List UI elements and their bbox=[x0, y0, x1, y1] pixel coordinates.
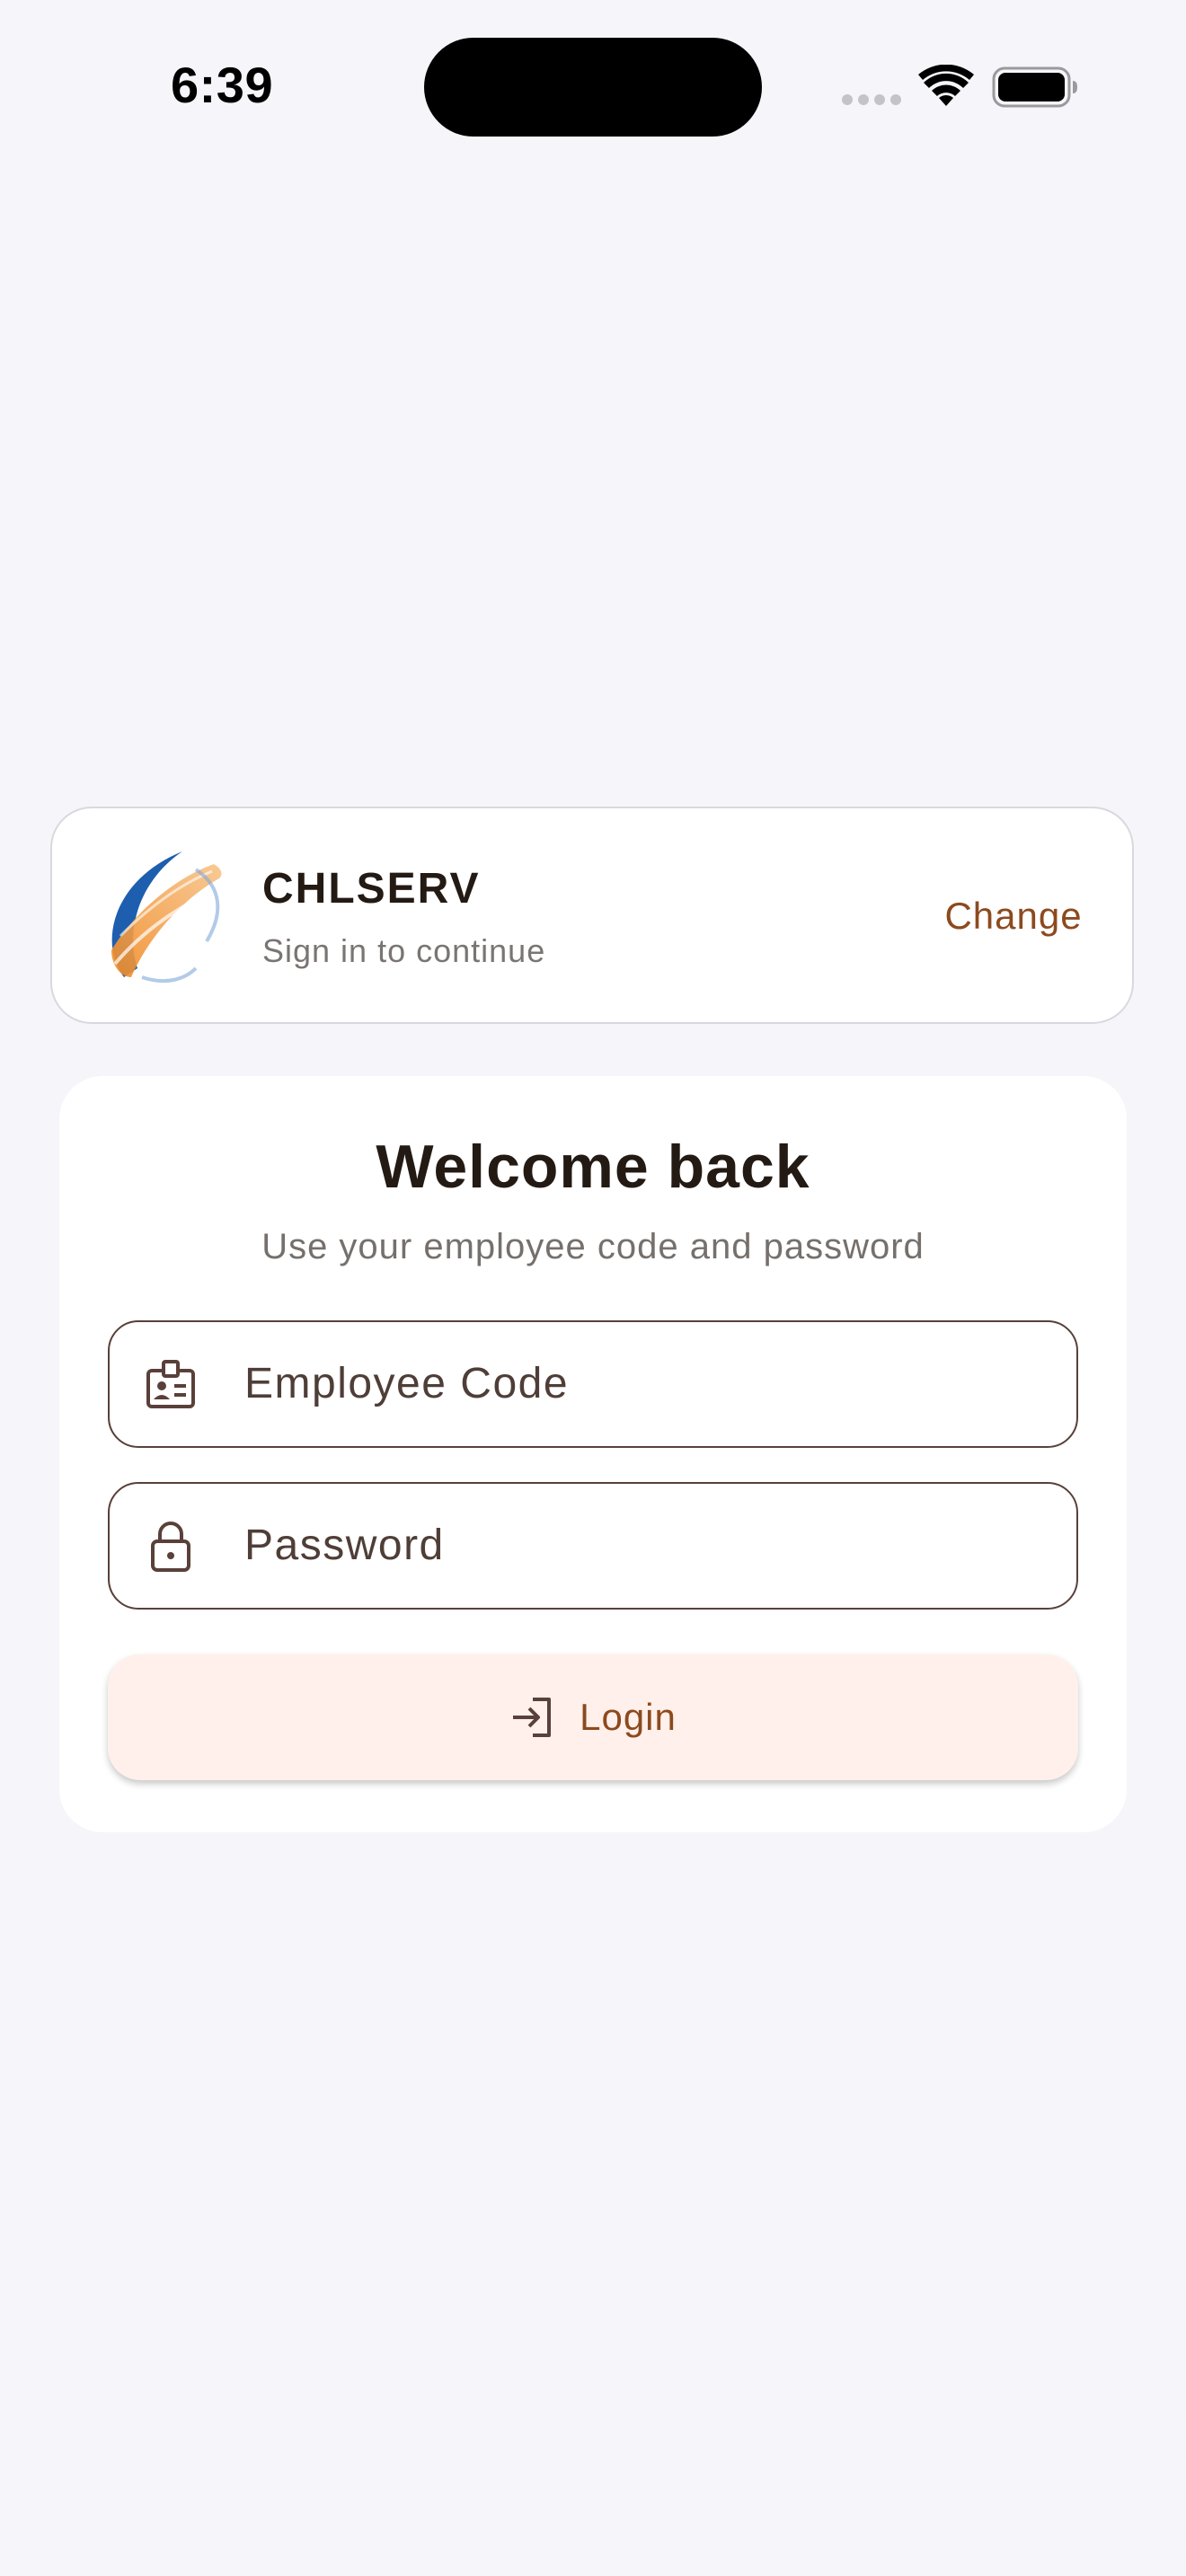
login-button-label: Login bbox=[580, 1696, 677, 1738]
page-subtitle: Use your employee code and password bbox=[261, 1227, 925, 1266]
password-input[interactable] bbox=[244, 1484, 1053, 1607]
tenant-name: CHLSERV bbox=[262, 865, 481, 913]
status-time: 6:39 bbox=[171, 57, 274, 113]
page-title: Welcome back bbox=[376, 1133, 810, 1201]
tenant-subtitle: Sign in to continue bbox=[262, 932, 546, 969]
id-badge-icon bbox=[146, 1360, 195, 1408]
login-card: Welcome back Use your employee code and … bbox=[59, 1076, 1127, 1832]
battery-icon bbox=[992, 66, 1077, 108]
company-logo bbox=[111, 851, 222, 984]
employee-code-field[interactable] bbox=[108, 1320, 1078, 1448]
change-tenant-button[interactable]: Change bbox=[906, 871, 1121, 961]
employee-code-input[interactable] bbox=[244, 1322, 1053, 1445]
dynamic-island bbox=[424, 38, 762, 137]
wifi-icon bbox=[918, 65, 974, 106]
cellular-signal-icon bbox=[842, 94, 901, 105]
login-button[interactable]: Login bbox=[108, 1654, 1078, 1780]
tenant-card: CHLSERV Sign in to continue Change bbox=[50, 807, 1134, 1024]
lock-icon bbox=[151, 1522, 190, 1572]
password-field[interactable] bbox=[108, 1482, 1078, 1610]
login-arrow-icon bbox=[513, 1698, 552, 1737]
status-bar: 6:39 bbox=[0, 0, 1186, 162]
